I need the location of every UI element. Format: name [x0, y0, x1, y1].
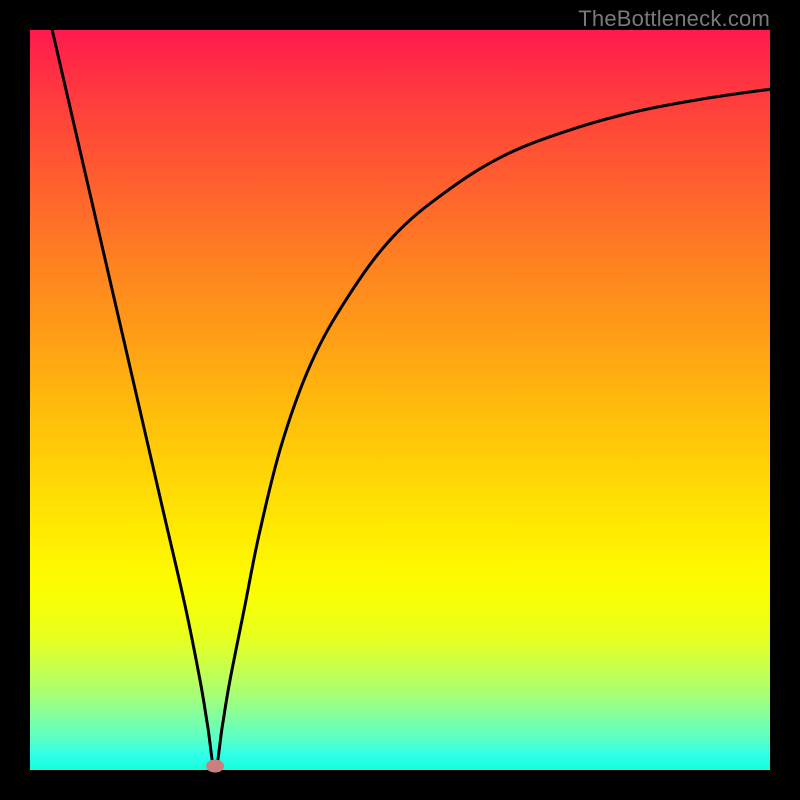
bottleneck-curve	[52, 30, 770, 770]
curve-svg	[30, 30, 770, 770]
watermark-text: TheBottleneck.com	[578, 6, 770, 32]
optimum-marker	[206, 760, 224, 773]
chart-container: TheBottleneck.com	[0, 0, 800, 800]
plot-area	[30, 30, 770, 770]
